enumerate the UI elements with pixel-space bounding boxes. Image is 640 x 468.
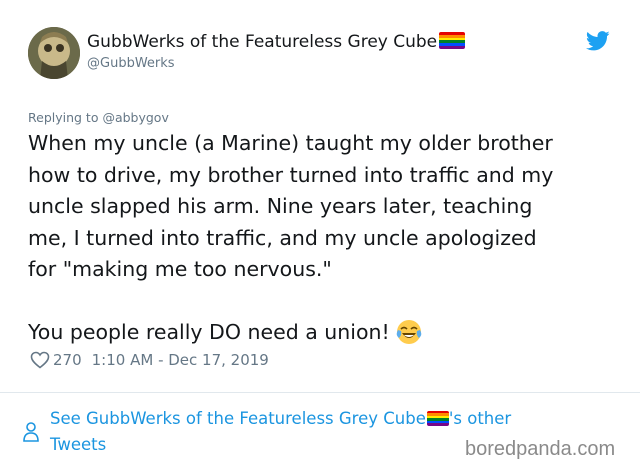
divider [0, 392, 640, 393]
tweet-text-line: uncle slapped his arm. Nine years later,… [28, 194, 533, 218]
tweet-text-line: how to drive, my brother turned into tra… [28, 162, 554, 187]
timestamp[interactable]: 1:10 AM - Dec 17, 2019 [92, 349, 269, 371]
tweet-card: GubbWerks of the Featureless Grey Cube @… [0, 0, 640, 468]
tweet-body: When my uncle (a Marine) taught my older… [28, 128, 618, 349]
like-count[interactable]: 270 [53, 349, 82, 371]
tweet-meta: 270 1:10 AM - Dec 17, 2019 [30, 349, 269, 371]
author-name-text[interactable]: GubbWerks of the Featureless Grey Cube [87, 32, 437, 52]
author-name[interactable]: GubbWerks of the Featureless Grey Cube [87, 31, 466, 53]
tweet-text-line: When my uncle (a Marine) taught my older… [28, 131, 553, 155]
closing-text: You people really DO need a union! [28, 320, 390, 344]
rainbow-flag-icon [439, 32, 466, 49]
tweet-text-line: for "making me too nervous." [28, 257, 332, 281]
tweet-text-line: me, I turned into traffic, and my uncle … [28, 225, 537, 250]
author-handle[interactable]: @GubbWerks [87, 56, 175, 71]
see-more-tweets-link[interactable]: See GubbWerks of the Featureless Grey Cu… [50, 406, 511, 458]
see-more-suffix[interactable]: 's other [449, 409, 511, 428]
replying-to[interactable]: Replying to @abbygov [28, 110, 169, 125]
face-with-tears-of-joy-icon [396, 320, 422, 344]
twitter-bird-icon[interactable] [586, 31, 610, 51]
see-more-line2[interactable]: Tweets [50, 432, 511, 458]
tweet-closing-line: You people really DO need a union! [28, 317, 618, 349]
heart-icon[interactable] [30, 351, 50, 369]
watermark: boredpanda.com [465, 438, 616, 460]
avatar[interactable] [28, 27, 80, 79]
person-icon [23, 422, 39, 442]
rainbow-flag-icon [426, 411, 449, 426]
see-more-prefix[interactable]: See GubbWerks of the Featureless Grey Cu… [50, 409, 426, 428]
